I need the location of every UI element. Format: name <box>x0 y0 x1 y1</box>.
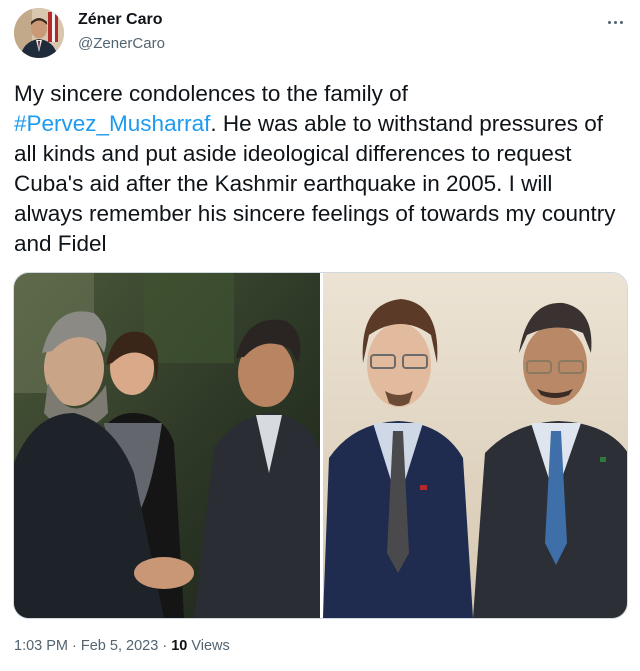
tweet-text-part: My sincere condolences to the family of <box>14 81 408 106</box>
views-label: Views <box>187 638 230 654</box>
tweet-time[interactable]: 1:03 PM <box>14 638 68 654</box>
meta-separator: · <box>158 638 172 654</box>
photo-left[interactable] <box>14 273 320 618</box>
tweet-text: My sincere condolences to the family of … <box>14 79 626 259</box>
media-grid <box>13 272 628 619</box>
views-count: 10 <box>171 638 188 654</box>
author-name[interactable]: Zéner Caro <box>78 11 162 29</box>
more-options-button[interactable] <box>600 12 630 32</box>
tweet: Zéner Caro @ZenerCaro My sincere condole… <box>0 0 640 671</box>
author-handle[interactable]: @ZenerCaro <box>78 35 165 52</box>
more-horizontal-icon <box>607 20 611 24</box>
tweet-date[interactable]: Feb 5, 2023 <box>81 638 158 654</box>
tweet-meta: 1:03 PM · Feb 5, 2023 · 10 Views <box>14 638 230 654</box>
photo-right[interactable] <box>323 273 627 618</box>
hashtag-link[interactable]: #Pervez_Musharraf <box>14 111 210 136</box>
meta-separator: · <box>68 638 81 654</box>
avatar[interactable] <box>14 8 64 58</box>
